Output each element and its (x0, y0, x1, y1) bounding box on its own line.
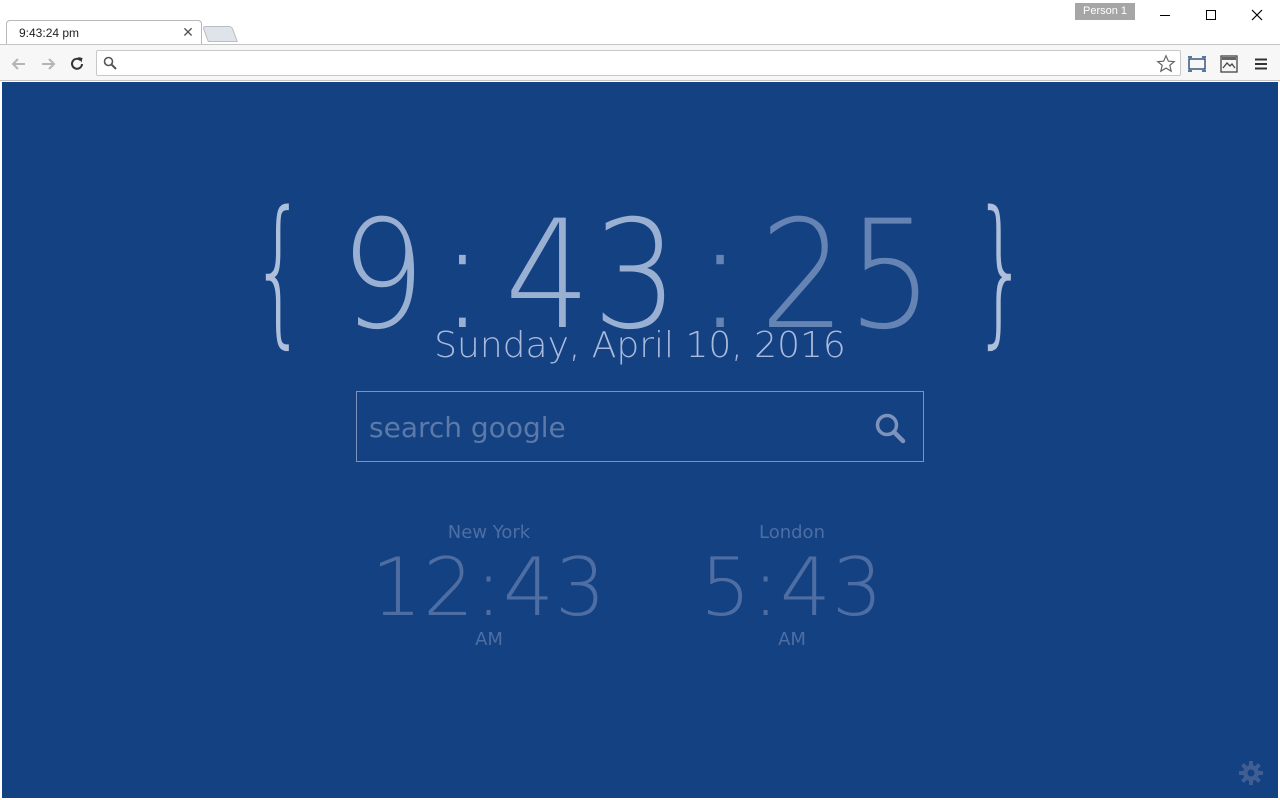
browser-toolbar (0, 44, 1280, 81)
reload-button[interactable] (66, 53, 88, 75)
city-time: 5:43 (700, 541, 884, 634)
hamburger-icon (1255, 58, 1267, 70)
arrow-left-icon (11, 58, 25, 70)
back-button[interactable] (8, 53, 30, 75)
browser-tab[interactable]: 9:43:24 pm ✕ (6, 20, 202, 45)
gear-icon[interactable] (1238, 760, 1264, 786)
star-icon[interactable] (1156, 54, 1176, 74)
image-icon (1220, 55, 1238, 73)
window-titlebar: 9:43:24 pm ✕ Person 1 (0, 0, 1280, 45)
close-icon (1251, 9, 1263, 21)
minimize-button[interactable] (1142, 2, 1188, 28)
current-date: Sunday, April 10, 2016 (434, 325, 846, 366)
tab-title: 9:43:24 pm (19, 26, 80, 40)
google-search-box (356, 391, 924, 462)
minimize-icon (1160, 14, 1170, 16)
world-clock-new-york: New York 12:43 AM (359, 522, 619, 650)
arrow-right-icon (42, 58, 56, 70)
city-name: London (759, 522, 825, 543)
world-clock-london: London 5:43 AM (662, 522, 922, 650)
new-tab-page: { 9 : 43 : 25 } Sunday, April 10, 2016 N… (2, 82, 1278, 798)
maximize-button[interactable] (1188, 2, 1234, 28)
search-input[interactable] (369, 406, 849, 448)
extension-button-1[interactable] (1186, 53, 1208, 75)
omnibox-search-icon (103, 56, 117, 70)
close-window-button[interactable] (1234, 2, 1280, 28)
address-bar[interactable] (96, 50, 1181, 76)
tab-close-icon[interactable]: ✕ (181, 25, 195, 39)
city-name: New York (447, 522, 531, 543)
maximize-icon (1206, 10, 1216, 20)
extension-button-2[interactable] (1218, 53, 1240, 75)
search-icon[interactable] (873, 411, 907, 445)
profile-button[interactable]: Person 1 (1075, 3, 1135, 20)
forward-button[interactable] (37, 53, 59, 75)
reload-icon (71, 57, 83, 70)
browser-menu-button[interactable] (1250, 53, 1272, 75)
screen-capture-icon (1188, 56, 1206, 72)
new-tab-button[interactable] (202, 26, 238, 42)
city-time: 12:43 (371, 541, 607, 634)
